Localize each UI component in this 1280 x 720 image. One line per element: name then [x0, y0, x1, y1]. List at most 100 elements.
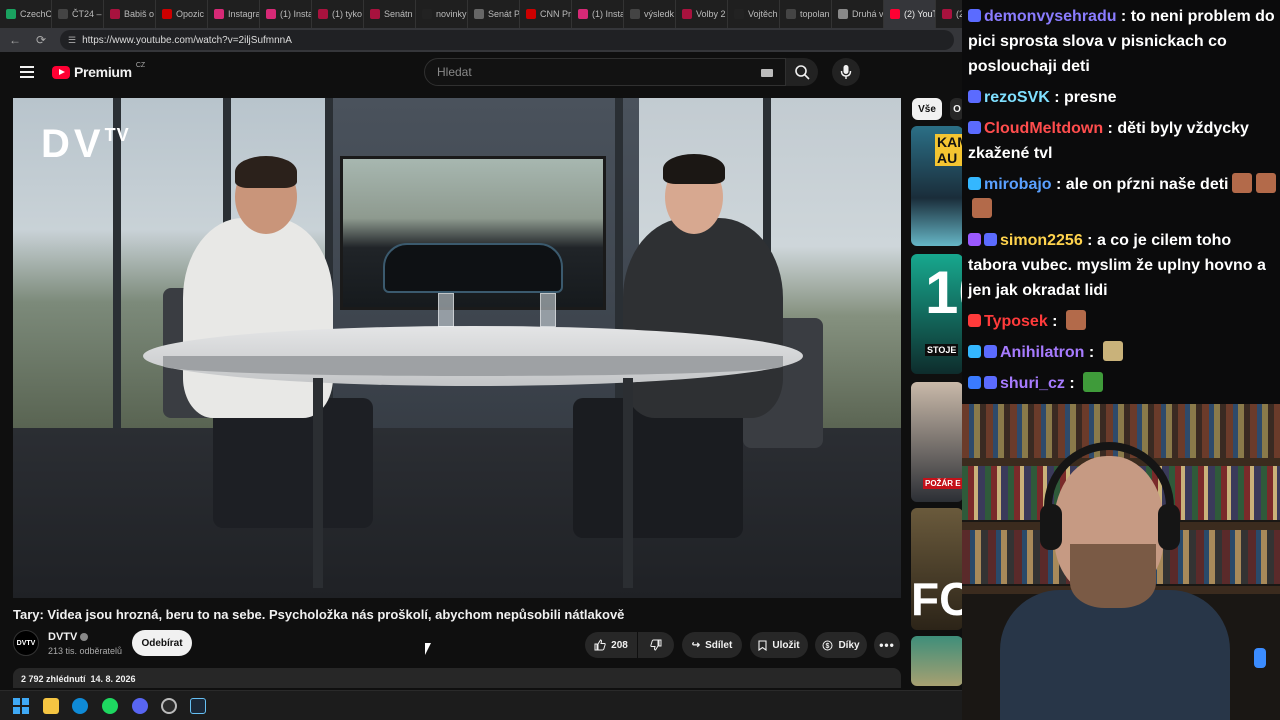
tab-favicon-icon [474, 9, 484, 19]
filter-chip-all[interactable]: Vše [912, 98, 942, 120]
save-button[interactable]: Uložit [750, 632, 808, 658]
tab-label: Senát P [488, 9, 520, 19]
chat-badge-icon [968, 376, 981, 389]
chat-message: rezoSVK : presne [968, 85, 1280, 110]
super-thanks-icon: $ [822, 640, 833, 650]
tab-label: ČT24 – [72, 9, 102, 19]
voice-search-button[interactable] [832, 58, 860, 86]
chat-separator: : [1116, 8, 1131, 25]
channel-avatar[interactable]: DVTV [13, 630, 39, 656]
chat-username[interactable]: shuri_cz [1000, 375, 1065, 392]
more-horizontal-icon: ••• [879, 638, 895, 652]
tab-favicon-icon [578, 9, 588, 19]
chat-username[interactable]: Typosek [984, 313, 1048, 330]
recommended-thumbnail[interactable] [911, 636, 963, 686]
browser-tab[interactable]: (1) Insta [572, 0, 624, 28]
chat-username[interactable]: mirobajo [984, 176, 1052, 193]
discord-icon[interactable] [132, 698, 148, 714]
spotify-icon[interactable] [102, 698, 118, 714]
tab-favicon-icon [266, 9, 276, 19]
windows-taskbar [0, 690, 962, 720]
tab-favicon-icon [162, 9, 172, 19]
browser-tab[interactable]: Opozic [156, 0, 208, 28]
thumbs-down-icon [650, 639, 662, 651]
search-input[interactable]: Hledat [424, 58, 786, 86]
tab-label: Druhá v [852, 9, 884, 19]
share-icon: ↪ [691, 639, 701, 651]
browser-tab[interactable]: novinky [416, 0, 468, 28]
chat-separator: : [1064, 375, 1080, 392]
file-explorer-icon[interactable] [43, 698, 59, 714]
subscriber-count: 213 tis. odběratelů [48, 646, 123, 656]
windows-start-icon[interactable] [13, 698, 29, 714]
browser-tab[interactable]: Volby 2 [676, 0, 728, 28]
tab-label: (1) Insta [592, 9, 624, 19]
description-box[interactable]: 2 792 zhlédnutí 14. 8. 2026 [13, 668, 901, 688]
youtube-logo[interactable]: Premium CZ [52, 62, 145, 80]
recommended-thumbnail[interactable]: KAM AU [911, 126, 963, 246]
chat-username[interactable]: rezoSVK [984, 89, 1050, 106]
browser-tab[interactable]: (2) [936, 0, 962, 28]
table-leg [623, 378, 633, 588]
browser-tab[interactable]: CNN Pr [520, 0, 572, 28]
recommended-thumbnail[interactable]: POŽÁR E [911, 382, 963, 502]
keyboard-icon[interactable] [761, 69, 773, 77]
chat-separator: : [1047, 313, 1062, 330]
site-info-icon[interactable]: ☰ [68, 35, 76, 46]
browser-tab[interactable]: CzechC [0, 0, 52, 28]
back-icon[interactable]: ← [8, 33, 22, 47]
search-button[interactable] [786, 58, 818, 86]
url-field[interactable]: ☰ https://www.youtube.com/watch?v=2iljSu… [60, 30, 954, 50]
verified-icon [80, 633, 89, 642]
reload-icon[interactable]: ⟳ [34, 33, 48, 47]
browser-tab[interactable]: Druhá v [832, 0, 884, 28]
guest-torso [183, 218, 333, 418]
car-dashboard [383, 243, 563, 293]
video-player[interactable]: DVTV [13, 98, 901, 598]
dislike-button[interactable] [638, 632, 674, 658]
chat-username[interactable]: CloudMeltdown [984, 120, 1103, 137]
table-edge [163, 356, 783, 376]
app-icon[interactable] [161, 698, 177, 714]
thanks-button[interactable]: $ Díky [815, 632, 867, 658]
view-count-and-date: 2 792 zhlédnutí 14. 8. 2026 [21, 674, 136, 684]
browser-tab[interactable]: Instagra [208, 0, 260, 28]
browser-tab[interactable]: výsledk [624, 0, 676, 28]
like-button[interactable]: 208 [585, 632, 637, 658]
menu-icon[interactable] [20, 66, 34, 81]
tab-favicon-icon [682, 9, 692, 19]
chat-emote-icon [1083, 372, 1104, 392]
browser-tab[interactable]: Babiš o [104, 0, 156, 28]
chat-emote-icon [1232, 173, 1253, 193]
chat-separator: : [1049, 89, 1065, 106]
recommended-thumbnail[interactable]: 10 STOJE [911, 254, 963, 374]
chat-emote-icon [1102, 341, 1123, 361]
steam-icon[interactable] [190, 698, 206, 714]
tab-label: CzechC [20, 9, 52, 19]
browser-tab[interactable]: ČT24 – [52, 0, 104, 28]
browser-tab[interactable]: Senát P [468, 0, 520, 28]
table-leg [313, 378, 323, 588]
chat-username[interactable]: simon2256 [1000, 232, 1083, 249]
browser-tab[interactable]: Vojtěch [728, 0, 780, 28]
browser-tab[interactable]: topolan [780, 0, 832, 28]
rgb-light [1254, 648, 1266, 668]
edge-browser-icon[interactable] [72, 698, 88, 714]
thumbnail-text: KAM AU [935, 134, 963, 166]
recommended-thumbnail[interactable]: FC [911, 508, 963, 630]
more-actions-button[interactable]: ••• [874, 632, 900, 658]
share-button[interactable]: ↪ Sdílet [682, 632, 742, 658]
svg-text:$: $ [826, 643, 830, 650]
browser-tab[interactable]: (1) Insta [260, 0, 312, 28]
subscribe-button[interactable]: Odebírat [132, 630, 192, 656]
tab-label: CNN Pr [540, 9, 571, 19]
chat-username[interactable]: Anihilatron [1000, 344, 1084, 361]
browser-tab[interactable]: Senátn [364, 0, 416, 28]
chat-username[interactable]: demonvysehradu [984, 8, 1116, 25]
browser-tab[interactable]: (2) YouT [884, 0, 936, 28]
browser-tab[interactable]: (1) tyko [312, 0, 364, 28]
chat-emote-icon [1256, 173, 1277, 193]
streamer-beard [1070, 544, 1156, 608]
channel-name[interactable]: DVTV [48, 631, 89, 643]
host-torso [623, 218, 783, 418]
